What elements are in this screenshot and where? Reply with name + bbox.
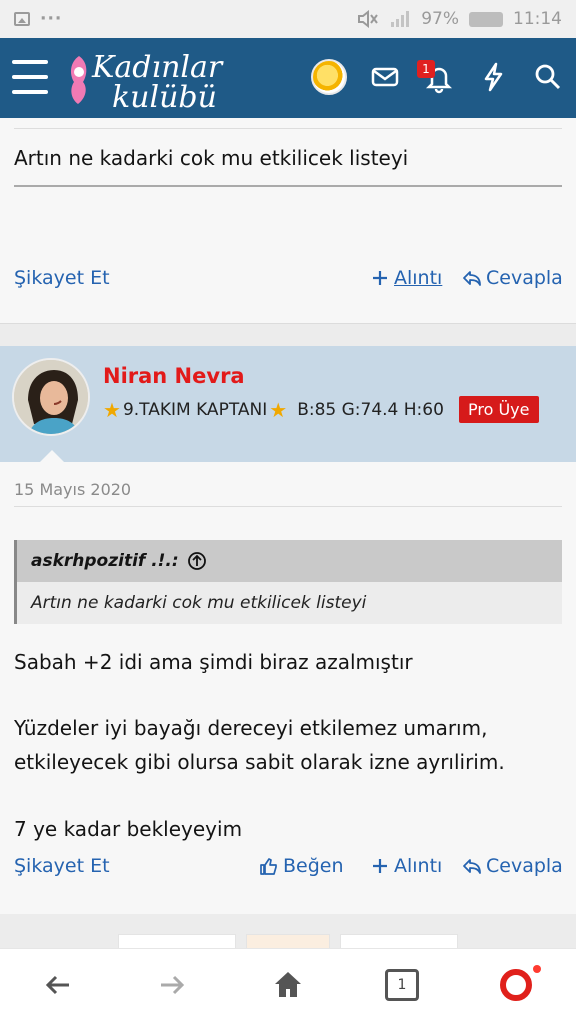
post-separator	[0, 324, 576, 346]
post-card: 15 Mayıs 2020 askrhpozitif .!.: Artın ne…	[0, 462, 576, 914]
status-bar: ··· 97% 11:14	[0, 0, 576, 38]
user-avatar[interactable]	[311, 59, 347, 95]
tabs-button[interactable]: 1	[385, 969, 419, 1001]
thumbs-up-icon	[260, 858, 277, 875]
report-link[interactable]: Şikayet Et	[14, 267, 110, 289]
mail-icon[interactable]	[368, 60, 402, 94]
quote-block: askrhpozitif .!.: Artın ne kadarki cok m…	[14, 540, 562, 624]
lightning-icon[interactable]	[477, 60, 511, 94]
thumbnail-card[interactable]	[118, 934, 236, 948]
thumbnail-card[interactable]	[246, 934, 330, 948]
opera-notification-dot	[533, 965, 541, 973]
arrow-up-circle-icon[interactable]	[187, 551, 207, 571]
author-stats: B:85 G:74.4 H:60	[297, 400, 444, 420]
post-card: Artın ne kadarki cok mu etkilicek listey…	[0, 118, 576, 324]
quote-label: Alıntı	[394, 267, 443, 289]
divider	[14, 128, 562, 129]
author-name[interactable]: Niran Nevra	[103, 364, 245, 388]
post-text-line: Yüzdeler iyi bayağı dereceyi etkilemez u…	[14, 716, 488, 740]
plus-icon	[373, 859, 387, 873]
post-text-line: Sabah +2 idi ama şimdi biraz azalmıştır	[14, 650, 413, 674]
site-logo[interactable]: Kadınlar kulübü	[66, 46, 226, 115]
reply-label: Cevapla	[486, 855, 563, 877]
quote-button[interactable]: Alıntı	[370, 267, 442, 289]
star-icon: ★	[269, 398, 288, 422]
post-author-bar: Niran Nevra ★ 9.TAKIM KAPTANI ★ B:85 G:7…	[0, 346, 576, 462]
author-avatar[interactable]	[12, 358, 90, 436]
site-header: Kadınlar kulübü 1	[0, 38, 576, 118]
like-button[interactable]: Beğen	[259, 855, 344, 877]
menu-icon[interactable]	[12, 60, 48, 94]
quote-label: Alıntı	[394, 855, 443, 877]
reply-icon	[463, 271, 481, 286]
author-title: ★ 9.TAKIM KAPTANI ★ B:85 G:74.4 H:60	[103, 398, 444, 422]
like-label: Beğen	[283, 855, 344, 877]
mute-icon	[358, 10, 379, 28]
search-icon[interactable]	[531, 60, 565, 94]
back-icon[interactable]	[42, 969, 74, 1001]
post-text: Artın ne kadarki cok mu etkilicek listey…	[14, 146, 409, 170]
report-link[interactable]: Şikayet Et	[14, 855, 110, 877]
battery-percent: 97%	[421, 9, 459, 29]
author-pointer	[40, 450, 64, 462]
forward-icon[interactable]	[156, 969, 188, 1001]
star-icon: ★	[103, 398, 121, 422]
home-icon[interactable]	[272, 969, 304, 1001]
more-notifications-icon: ···	[40, 9, 63, 29]
browser-toolbar: 1	[0, 948, 576, 1024]
pro-member-badge: Pro Üye	[459, 396, 539, 423]
quote-header[interactable]: askrhpozitif .!.:	[17, 540, 562, 582]
clock: 11:14	[513, 9, 562, 29]
reply-button[interactable]: Cevapla	[462, 267, 563, 289]
opera-menu-icon[interactable]	[500, 969, 532, 1001]
notification-badge: 1	[417, 60, 435, 78]
post-date[interactable]: 15 Mayıs 2020	[14, 480, 131, 499]
reply-label: Cevapla	[486, 267, 563, 289]
quote-author: askrhpozitif .!.:	[31, 551, 179, 571]
quote-button[interactable]: Alıntı	[370, 855, 442, 877]
logo-mark-icon	[71, 56, 87, 104]
divider	[14, 185, 562, 187]
battery-icon	[469, 11, 503, 27]
quote-text: Artın ne kadarki cok mu etkilicek listey…	[31, 593, 367, 613]
reply-button[interactable]: Cevapla	[462, 855, 563, 877]
reply-icon	[463, 859, 481, 874]
post-text-line: etkileyecek gibi olursa sabit olarak izn…	[14, 750, 505, 774]
logo-text-line2: kulübü	[112, 80, 217, 115]
divider	[14, 506, 562, 507]
post-text-line: 7 ye kadar bekleyeyim	[14, 817, 243, 841]
thumbnail-card[interactable]	[340, 934, 458, 948]
gallery-notification-icon	[14, 12, 30, 26]
plus-icon	[373, 271, 387, 285]
author-rank: 9.TAKIM KAPTANI	[122, 400, 268, 420]
author-photo	[14, 360, 88, 434]
signal-icon	[391, 11, 410, 27]
